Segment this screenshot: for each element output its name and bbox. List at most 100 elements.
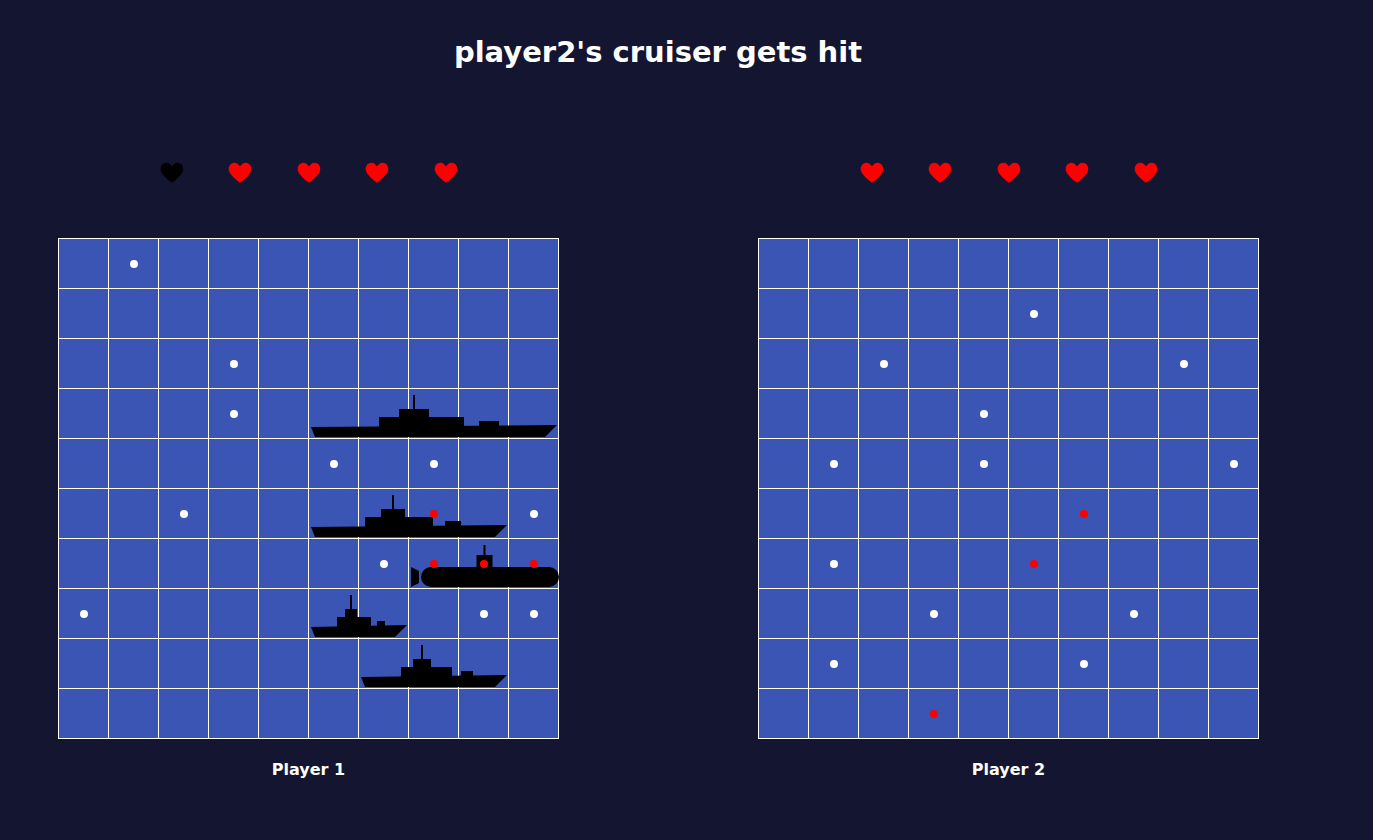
- board-cell[interactable]: [159, 339, 209, 389]
- board-cell[interactable]: [1009, 439, 1059, 489]
- board-cell[interactable]: [909, 289, 959, 339]
- board-cell[interactable]: [159, 389, 209, 439]
- board-cell[interactable]: [259, 289, 309, 339]
- board-cell[interactable]: [959, 289, 1009, 339]
- board-cell[interactable]: [859, 439, 909, 489]
- board-cell[interactable]: [859, 489, 909, 539]
- board-cell[interactable]: [1159, 689, 1209, 739]
- board-cell[interactable]: [809, 489, 859, 539]
- board-cell[interactable]: [759, 639, 809, 689]
- board-cell[interactable]: [509, 239, 559, 289]
- board-cell[interactable]: [259, 589, 309, 639]
- board-cell[interactable]: [109, 589, 159, 639]
- board-cell[interactable]: [159, 289, 209, 339]
- board-cell[interactable]: [309, 239, 359, 289]
- board-cell[interactable]: [209, 439, 259, 489]
- board-cell[interactable]: [159, 239, 209, 289]
- board-cell[interactable]: [959, 689, 1009, 739]
- board-cell[interactable]: [259, 639, 309, 689]
- board-cell[interactable]: [1209, 289, 1259, 339]
- board-cell[interactable]: [1109, 239, 1159, 289]
- board-cell[interactable]: [859, 389, 909, 439]
- board-cell[interactable]: [259, 539, 309, 589]
- board-cell[interactable]: [209, 239, 259, 289]
- board-cell[interactable]: [1209, 389, 1259, 439]
- board-cell[interactable]: [1159, 289, 1209, 339]
- board-cell[interactable]: [759, 439, 809, 489]
- board-cell[interactable]: [959, 589, 1009, 639]
- board-cell[interactable]: [1159, 439, 1209, 489]
- board-cell[interactable]: [1059, 389, 1109, 439]
- board-cell[interactable]: [1009, 239, 1059, 289]
- board-cell[interactable]: [859, 239, 909, 289]
- board-cell[interactable]: [1209, 239, 1259, 289]
- board-cell[interactable]: [459, 289, 509, 339]
- board-cell[interactable]: [259, 689, 309, 739]
- board-cell[interactable]: [109, 689, 159, 739]
- board-cell[interactable]: [759, 339, 809, 389]
- board-cell[interactable]: [1109, 439, 1159, 489]
- board-cell[interactable]: [109, 339, 159, 389]
- board-cell[interactable]: [1209, 489, 1259, 539]
- board-cell[interactable]: [59, 539, 109, 589]
- board-cell[interactable]: [159, 639, 209, 689]
- board-cell[interactable]: [409, 289, 459, 339]
- board-cell[interactable]: [1059, 339, 1109, 389]
- board-cell[interactable]: [1159, 589, 1209, 639]
- board-cell[interactable]: [909, 239, 959, 289]
- board-cell[interactable]: [909, 639, 959, 689]
- board-cell[interactable]: [859, 689, 909, 739]
- board-cell[interactable]: [909, 439, 959, 489]
- board-cell[interactable]: [159, 439, 209, 489]
- board-cell[interactable]: [1209, 539, 1259, 589]
- board-cell[interactable]: [59, 439, 109, 489]
- board-cell[interactable]: [1009, 589, 1059, 639]
- board-cell[interactable]: [1209, 689, 1259, 739]
- board-cell[interactable]: [1009, 689, 1059, 739]
- board-cell[interactable]: [409, 689, 459, 739]
- board-cell[interactable]: [1109, 339, 1159, 389]
- board-cell[interactable]: [809, 339, 859, 389]
- board-cell[interactable]: [259, 389, 309, 439]
- board-cell[interactable]: [59, 239, 109, 289]
- board-cell[interactable]: [359, 339, 409, 389]
- board-cell[interactable]: [459, 339, 509, 389]
- board-cell[interactable]: [1109, 639, 1159, 689]
- board-cell[interactable]: [809, 239, 859, 289]
- board-cell[interactable]: [109, 489, 159, 539]
- board-cell[interactable]: [109, 539, 159, 589]
- board-cell[interactable]: [1159, 539, 1209, 589]
- board-cell[interactable]: [1059, 539, 1109, 589]
- board-cell[interactable]: [309, 339, 359, 389]
- board-cell[interactable]: [759, 239, 809, 289]
- board-cell[interactable]: [759, 389, 809, 439]
- board-cell[interactable]: [259, 339, 309, 389]
- board-cell[interactable]: [259, 439, 309, 489]
- board-cell[interactable]: [109, 389, 159, 439]
- board-cell[interactable]: [459, 239, 509, 289]
- board-cell[interactable]: [759, 489, 809, 539]
- board-cell[interactable]: [1109, 389, 1159, 439]
- board-cell[interactable]: [859, 639, 909, 689]
- board-cell[interactable]: [109, 289, 159, 339]
- board-cell[interactable]: [309, 639, 359, 689]
- board-cell[interactable]: [1209, 339, 1259, 389]
- board-cell[interactable]: [209, 489, 259, 539]
- board-cell[interactable]: [509, 289, 559, 339]
- board-cell[interactable]: [859, 589, 909, 639]
- board-cell[interactable]: [359, 439, 409, 489]
- board-cell[interactable]: [1009, 639, 1059, 689]
- board-cell[interactable]: [409, 339, 459, 389]
- board-cell[interactable]: [409, 589, 459, 639]
- board-cell[interactable]: [909, 339, 959, 389]
- board-cell[interactable]: [1159, 389, 1209, 439]
- board-cell[interactable]: [959, 489, 1009, 539]
- board-cell[interactable]: [209, 589, 259, 639]
- board-cell[interactable]: [1159, 239, 1209, 289]
- board-cell[interactable]: [1109, 489, 1159, 539]
- board-cell[interactable]: [109, 639, 159, 689]
- board-cell[interactable]: [1209, 589, 1259, 639]
- board-cell[interactable]: [759, 289, 809, 339]
- board-cell[interactable]: [1209, 639, 1259, 689]
- board-cell[interactable]: [209, 689, 259, 739]
